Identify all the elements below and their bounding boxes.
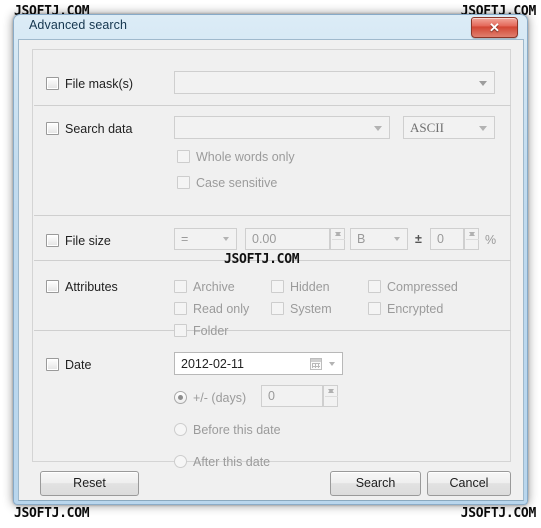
percent-symbol: % (485, 233, 497, 247)
reset-button[interactable]: Reset (40, 471, 139, 496)
checkbox-box (271, 280, 284, 293)
checkbox-box (368, 280, 381, 293)
file-size-tolerance-value: 0 (437, 232, 444, 246)
date-plusminus-days-label: +/- (days) (193, 391, 247, 405)
attribute-archive-checkbox[interactable]: Archive (174, 278, 235, 296)
checkbox-box (46, 122, 59, 135)
file-size-tolerance-input[interactable]: 0 (430, 228, 464, 250)
chevron-down-icon (479, 125, 487, 131)
search-data-label: Search data (65, 122, 133, 136)
file-size-unit-combobox[interactable]: B (350, 228, 408, 250)
attribute-readonly-label: Read only (193, 302, 250, 316)
checkbox-box (46, 77, 59, 90)
checkbox-box (174, 280, 187, 293)
checkbox-box (174, 324, 187, 337)
date-days-value: 0 (268, 389, 275, 403)
attribute-readonly-checkbox[interactable]: Read only (174, 300, 249, 318)
watermark-center: JSOFTJ.COM (224, 252, 300, 267)
case-sensitive-label: Case sensitive (196, 176, 278, 190)
radio-button (174, 455, 187, 468)
close-button[interactable]: ✕ (471, 17, 518, 38)
checkbox-box (46, 280, 59, 293)
radio-button (174, 423, 187, 436)
whole-words-only-label: Whole words only (196, 150, 295, 164)
search-button[interactable]: Search (330, 471, 421, 496)
file-mask-label: File mask(s) (65, 77, 134, 91)
attribute-encrypted-checkbox[interactable]: Encrypted (368, 300, 443, 318)
chevron-down-icon (329, 361, 335, 366)
chevron-down-icon (479, 80, 487, 86)
encoding-combobox[interactable]: ASCII (403, 116, 495, 139)
checkbox-box (174, 302, 187, 315)
whole-words-only-checkbox[interactable]: Whole words only (177, 148, 295, 166)
watermark-bottom-left: JSOFTJ.COM (14, 506, 90, 521)
attribute-encrypted-label: Encrypted (387, 302, 444, 316)
checkbox-box (177, 176, 190, 189)
plus-minus-symbol: ± (415, 232, 422, 246)
attribute-hidden-checkbox[interactable]: Hidden (271, 278, 330, 296)
date-before-label: Before this date (193, 423, 281, 437)
date-plusminus-days-radio[interactable]: +/- (days) (174, 389, 246, 407)
file-size-label: File size (65, 234, 111, 248)
checkbox-box (46, 234, 59, 247)
checkbox-box (368, 302, 381, 315)
date-value: 2012-02-11 (181, 356, 245, 371)
date-before-radio[interactable]: Before this date (174, 421, 281, 439)
date-label: Date (65, 358, 92, 372)
title-bar[interactable]: Advanced search ✕ (14, 15, 527, 39)
date-after-radio[interactable]: After this date (174, 453, 270, 471)
watermark-bottom-right: JSOFTJ.COM (460, 506, 537, 521)
radio-button (174, 391, 187, 404)
checkbox-box (177, 150, 190, 163)
date-checkbox[interactable]: Date (46, 356, 91, 374)
chevron-down-icon (374, 125, 382, 131)
stepper-down-icon[interactable] (465, 229, 478, 239)
file-size-value: 0.00 (252, 232, 277, 246)
file-size-value-input[interactable]: 0.00 (245, 228, 330, 250)
file-size-operator-combobox[interactable]: = (174, 228, 237, 250)
date-days-input[interactable]: 0 (261, 385, 323, 407)
file-size-unit-value: B (357, 232, 366, 246)
date-picker[interactable]: 2012-02-11 (174, 352, 343, 375)
attributes-label: Attributes (65, 280, 118, 294)
file-size-checkbox[interactable]: File size (46, 232, 111, 250)
search-data-combobox[interactable] (174, 116, 390, 139)
date-days-stepper[interactable] (323, 385, 338, 407)
search-data-checkbox[interactable]: Search data (46, 120, 132, 138)
chevron-down-icon (223, 237, 229, 241)
file-size-tolerance-stepper[interactable] (464, 228, 479, 250)
close-icon: ✕ (489, 20, 500, 35)
dialog-client-area: File mask(s) Search data ASCII Whole wor… (18, 39, 524, 501)
divider-4 (34, 330, 511, 331)
window-title: Advanced search (29, 18, 128, 32)
attribute-system-label: System (290, 302, 332, 316)
checkbox-box (46, 358, 59, 371)
calendar-icon (310, 357, 322, 370)
attribute-archive-label: Archive (193, 280, 235, 294)
divider-1 (34, 105, 511, 106)
chevron-down-icon (394, 237, 400, 241)
attribute-compressed-checkbox[interactable]: Compressed (368, 278, 458, 296)
attribute-compressed-label: Compressed (387, 280, 458, 294)
divider-2 (34, 215, 511, 216)
attribute-system-checkbox[interactable]: System (271, 300, 332, 318)
file-size-operator-value: = (181, 232, 189, 246)
file-size-stepper[interactable] (330, 228, 345, 250)
file-mask-combobox[interactable] (174, 71, 495, 94)
stepper-down-icon[interactable] (324, 386, 337, 396)
attribute-hidden-label: Hidden (290, 280, 330, 294)
encoding-value: ASCII (410, 119, 444, 135)
attribute-folder-label: Folder (193, 324, 229, 338)
date-after-label: After this date (193, 455, 271, 469)
checkbox-box (271, 302, 284, 315)
case-sensitive-checkbox[interactable]: Case sensitive (177, 174, 277, 192)
cancel-button[interactable]: Cancel (427, 471, 511, 496)
attribute-folder-checkbox[interactable]: Folder (174, 322, 228, 340)
stepper-down-icon[interactable] (331, 229, 344, 239)
attributes-checkbox[interactable]: Attributes (46, 278, 118, 296)
file-mask-checkbox[interactable]: File mask(s) (46, 75, 133, 93)
